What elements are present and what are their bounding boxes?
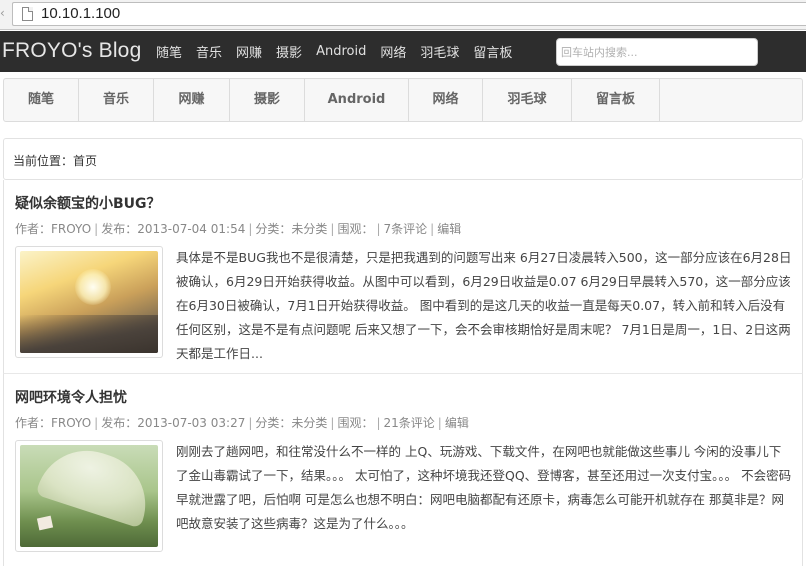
top-nav-item[interactable]: 羽毛球	[413, 42, 466, 61]
menu-item[interactable]: 音乐	[79, 79, 154, 121]
post-views: 围观：	[337, 222, 374, 236]
top-navbar: FROYO's Blog 随笔 音乐 网赚 摄影 Android 网络 羽毛球 …	[0, 31, 806, 72]
post-date: 发布：2013-07-03 03:27	[101, 416, 246, 430]
menu-item[interactable]: 羽毛球	[483, 79, 572, 121]
post-views: 围观：	[337, 416, 374, 430]
menu-item[interactable]: 摄影	[230, 79, 305, 121]
top-nav-item[interactable]: Android	[309, 44, 373, 59]
post-edit-link[interactable]: 编辑	[437, 222, 461, 236]
back-button-edge[interactable]: ‹	[0, 6, 5, 20]
post-item: 网吧环境令人担忧 作者：FROYO | 发布：2013-07-03 03:27 | 分类…	[3, 374, 803, 566]
site-search-input[interactable]	[556, 38, 758, 66]
post-item: 疑似余额宝的小BUG？ 作者：FROYO | 发布：2013-07-04 01:54…	[3, 180, 803, 374]
top-nav-item[interactable]: 随笔	[149, 42, 189, 61]
top-nav-item[interactable]: 网赚	[229, 42, 269, 61]
post-author: 作者：FROYO	[15, 222, 92, 236]
post-excerpt: 刚刚去了趟网吧，和往常没什么不一样的 上Q、玩游戏、下载文件，在网吧也就能做这些…	[176, 444, 792, 531]
post-category[interactable]: 分类：未分类	[255, 416, 327, 430]
breadcrumb: 当前位置：首页	[13, 154, 98, 168]
browser-address-bar: ‹ 10.10.1.100	[0, 0, 806, 30]
page-icon	[22, 7, 33, 21]
post-comments-link[interactable]: 21条评论	[384, 416, 435, 430]
post-thumbnail[interactable]	[15, 246, 163, 358]
breadcrumb-box: 当前位置：首页	[3, 138, 803, 180]
post-author: 作者：FROYO	[15, 416, 92, 430]
category-menu: 随笔 音乐 网赚 摄影 Android 网络 羽毛球 留言板	[3, 78, 803, 122]
menu-item[interactable]: 留言板	[572, 79, 660, 121]
menu-item[interactable]: Android	[305, 79, 409, 121]
top-nav-item[interactable]: 摄影	[269, 42, 309, 61]
top-nav-links: 随笔 音乐 网赚 摄影 Android 网络 羽毛球 留言板	[149, 31, 519, 72]
top-nav-item[interactable]: 留言板	[466, 42, 519, 61]
post-meta: 作者：FROYO | 发布：2013-07-03 03:27 | 分类：未分类 | 围观： |…	[15, 416, 469, 430]
post-category[interactable]: 分类：未分类	[255, 222, 327, 236]
top-nav-item[interactable]: 音乐	[189, 42, 229, 61]
post-date: 发布：2013-07-04 01:54	[101, 222, 246, 236]
post-comments-link[interactable]: 7条评论	[384, 222, 428, 236]
url-field[interactable]: 10.10.1.100	[12, 2, 806, 26]
post-meta: 作者：FROYO | 发布：2013-07-04 01:54 | 分类：未分类 | 围观： |…	[15, 222, 462, 236]
railway-sunset-image	[20, 251, 158, 353]
post-edit-link[interactable]: 编辑	[445, 416, 469, 430]
top-nav-item[interactable]: 网络	[373, 42, 413, 61]
umbrella-grass-image	[20, 445, 158, 547]
menu-item[interactable]: 网络	[409, 79, 483, 121]
post-excerpt: 具体是不是BUG我也不是很清楚，只是把我遇到的问题写出来 6月27日凌晨转入50…	[176, 250, 792, 361]
post-thumbnail[interactable]	[15, 440, 163, 552]
menu-item[interactable]: 随笔	[4, 79, 79, 121]
url-text[interactable]: 10.10.1.100	[41, 5, 120, 22]
site-brand[interactable]: FROYO's Blog	[2, 39, 141, 63]
post-title[interactable]: 疑似余额宝的小BUG？	[15, 193, 161, 213]
menu-item[interactable]: 网赚	[154, 79, 230, 121]
post-title[interactable]: 网吧环境令人担忧	[15, 387, 127, 407]
